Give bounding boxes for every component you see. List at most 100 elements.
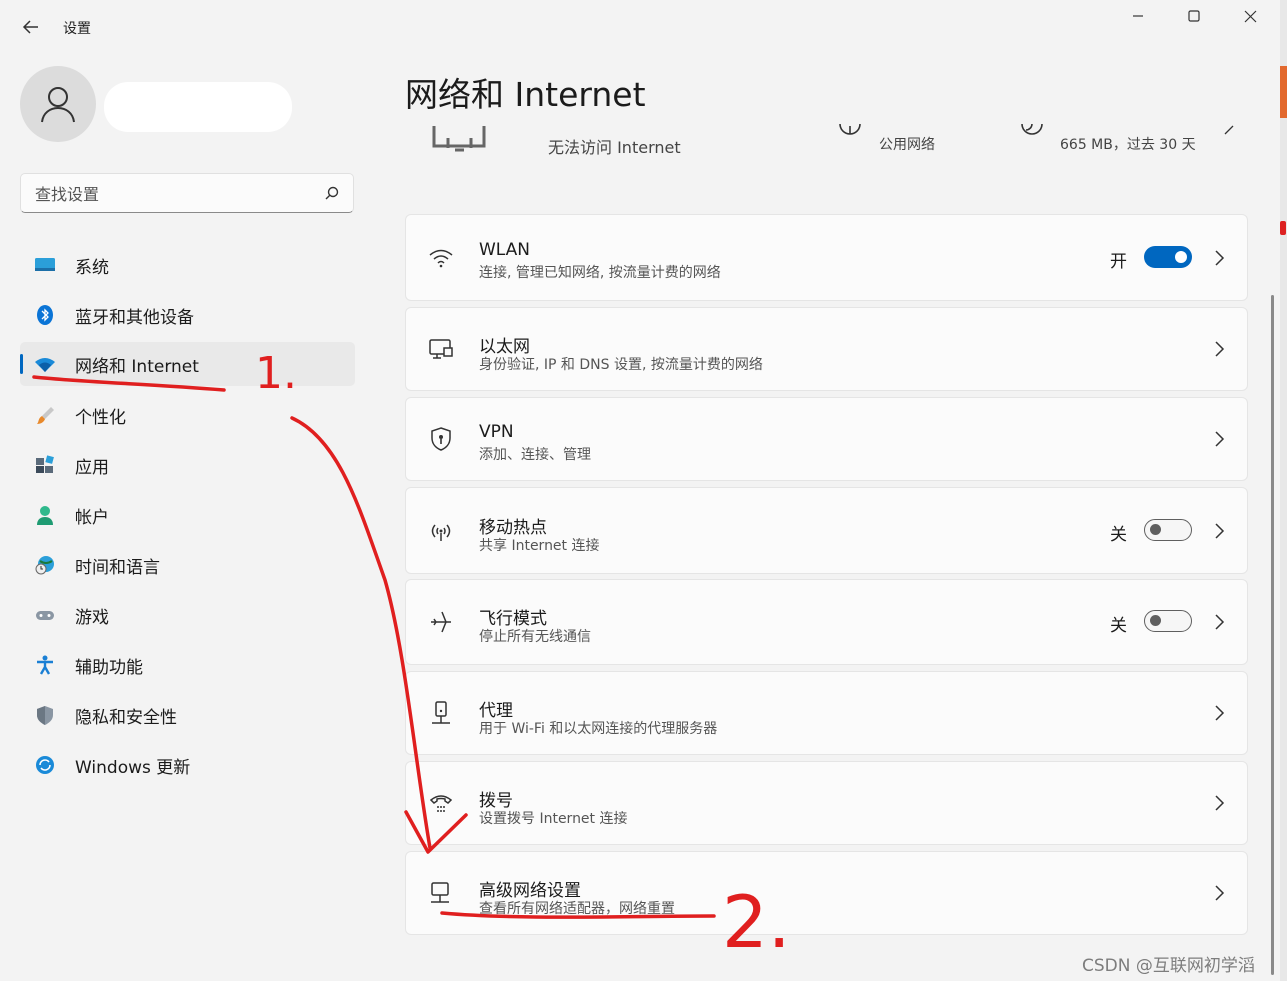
account-icon xyxy=(37,506,53,525)
sidebar-item-accessibility[interactable]: 辅助功能 xyxy=(20,643,355,687)
dialup-icon xyxy=(429,795,453,812)
back-arrow-icon xyxy=(22,20,38,34)
gamepad-icon xyxy=(36,611,54,620)
watermark: CSDN @互联网初学滔 xyxy=(1082,956,1255,976)
card-advanced-network-settings[interactable]: 高级网络设置 查看所有网络适配器，网络重置 xyxy=(405,851,1248,935)
search-input[interactable] xyxy=(33,180,317,208)
wlan-toggle[interactable] xyxy=(1144,245,1192,268)
bluetooth-icon xyxy=(37,305,53,325)
sidebar-item-label: 系统 xyxy=(75,258,109,278)
page-title: 网络和 Internet xyxy=(405,75,646,114)
hotspot-toggle-label: 关 xyxy=(1110,524,1127,545)
network-status-icon xyxy=(432,126,486,152)
sidebar-item-apps[interactable]: 应用 xyxy=(20,443,355,487)
card-title: VPN xyxy=(479,422,514,442)
minimize-icon xyxy=(1133,15,1143,17)
card-airplane-mode[interactable]: 飞行模式 停止所有无线通信 关 xyxy=(405,579,1248,665)
maximize-button[interactable] xyxy=(1166,2,1222,30)
accessibility-icon xyxy=(37,655,53,675)
card-proxy[interactable]: 代理 用于 Wi-Fi 和以太网连接的代理服务器 xyxy=(405,671,1248,755)
sidebar-item-label: 个性化 xyxy=(75,408,126,428)
card-wlan[interactable]: WLAN 连接, 管理已知网络, 按流量计费的网络 开 xyxy=(405,214,1248,301)
wifi-diamond-icon xyxy=(35,358,55,372)
card-subtitle: 停止所有无线通信 xyxy=(479,629,591,645)
monitor-icon xyxy=(35,258,55,271)
sidebar-item-windows-update[interactable]: Windows 更新 xyxy=(20,743,355,787)
sidebar-item-label: 帐户 xyxy=(75,508,109,528)
airplane-icon xyxy=(431,611,451,633)
chevron-right-icon xyxy=(1215,522,1225,539)
data-usage-icon xyxy=(1021,123,1043,135)
search-icon[interactable] xyxy=(323,184,341,202)
redacted-username xyxy=(104,82,292,132)
sidebar-item-label: 游戏 xyxy=(75,608,109,628)
card-subtitle: 身份验证, IP 和 DNS 设置, 按流量计费的网络 xyxy=(479,357,763,373)
apps-icon xyxy=(36,455,54,473)
network-status-row: 无法访问 Internet 公用网络 665 MB，过去 30 天 xyxy=(405,118,1250,168)
scrollbar[interactable] xyxy=(1271,295,1274,975)
sidebar-item-label: 辅助功能 xyxy=(75,658,143,678)
background-window-edge-marker xyxy=(1280,216,1287,240)
chevron-right-icon xyxy=(1215,885,1225,901)
sidebar-item-label: 应用 xyxy=(75,458,109,478)
advanced-network-icon xyxy=(431,882,449,903)
sidebar-item-accounts[interactable]: 帐户 xyxy=(20,493,355,537)
sidebar-item-personalization[interactable]: 个性化 xyxy=(20,393,355,437)
chevron-right-icon xyxy=(1215,341,1225,357)
chevron-right-icon xyxy=(1215,614,1225,630)
card-subtitle: 共享 Internet 连接 xyxy=(479,538,600,554)
ethernet-icon xyxy=(429,339,453,359)
network-type: 公用网络 xyxy=(879,137,935,153)
user-icon xyxy=(41,87,75,123)
card-ethernet[interactable]: 以太网 身份验证, IP 和 DNS 设置, 按流量计费的网络 xyxy=(405,307,1248,391)
airplane-toggle-label: 关 xyxy=(1110,616,1127,636)
sidebar-item-system[interactable]: 系统 xyxy=(20,243,355,287)
sidebar-item-label: Windows 更新 xyxy=(75,758,191,778)
maximize-icon xyxy=(1188,10,1200,22)
card-subtitle: 添加、连接、管理 xyxy=(479,447,591,463)
sidebar-item-label: 隐私和安全性 xyxy=(75,708,177,728)
brush-icon xyxy=(37,407,54,424)
airplane-toggle[interactable] xyxy=(1144,610,1192,632)
sidebar-item-network[interactable]: 网络和 Internet xyxy=(20,342,355,386)
sidebar-item-label: 网络和 Internet xyxy=(75,357,199,377)
proxy-icon xyxy=(432,701,450,724)
connection-status: 无法访问 Internet xyxy=(548,138,681,157)
hotspot-toggle[interactable] xyxy=(1144,518,1192,541)
card-vpn[interactable]: VPN 添加、连接、管理 xyxy=(405,397,1248,481)
search-box[interactable] xyxy=(20,173,354,213)
update-icon xyxy=(36,756,54,774)
back-button[interactable] xyxy=(18,14,44,40)
active-indicator xyxy=(20,354,23,374)
shield-icon xyxy=(37,706,53,725)
screen-edge xyxy=(1280,0,1287,981)
card-dialup[interactable]: 拨号 设置拨号 Internet 连接 xyxy=(405,761,1248,845)
close-icon xyxy=(1244,10,1256,22)
card-subtitle: 设置拨号 Internet 连接 xyxy=(479,811,628,827)
app-title: 设置 xyxy=(63,21,91,37)
close-button[interactable] xyxy=(1222,2,1278,30)
card-subtitle: 用于 Wi-Fi 和以太网连接的代理服务器 xyxy=(479,721,718,737)
card-title: WLAN xyxy=(479,240,531,260)
globe-clock-icon xyxy=(35,556,54,575)
wlan-toggle-label: 开 xyxy=(1110,251,1127,272)
data-usage: 665 MB，过去 30 天 xyxy=(1060,137,1196,153)
card-subtitle: 查看所有网络适配器，网络重置 xyxy=(479,901,675,917)
chevron-right-icon xyxy=(1215,795,1225,811)
wifi-icon xyxy=(429,249,453,267)
sidebar-item-label: 蓝牙和其他设备 xyxy=(75,308,194,328)
sidebar-item-bluetooth[interactable]: 蓝牙和其他设备 xyxy=(20,293,355,337)
chevron-right-icon xyxy=(1215,249,1225,266)
avatar[interactable] xyxy=(20,66,96,142)
sidebar-item-label: 时间和语言 xyxy=(75,558,160,578)
sidebar-item-privacy[interactable]: 隐私和安全性 xyxy=(20,693,355,737)
info-icon xyxy=(839,123,861,135)
minimize-button[interactable] xyxy=(1110,2,1166,30)
title-bar: 设置 xyxy=(0,0,1280,52)
hotspot-icon xyxy=(431,524,451,541)
sidebar-item-time-language[interactable]: 时间和语言 xyxy=(20,543,355,587)
card-mobile-hotspot[interactable]: 移动热点 共享 Internet 连接 关 xyxy=(405,487,1248,574)
sidebar-item-gaming[interactable]: 游戏 xyxy=(20,593,355,637)
card-subtitle: 连接, 管理已知网络, 按流量计费的网络 xyxy=(479,265,721,281)
expand-arrow-icon[interactable] xyxy=(1223,124,1235,136)
